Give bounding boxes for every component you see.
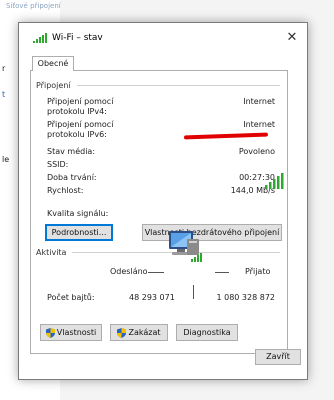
bytes-sent-value: 48 293 071 (129, 293, 175, 302)
details-button[interactable]: Podrobnosti... (45, 224, 113, 241)
received-label: Přijato (245, 267, 271, 276)
ipv6-connectivity-value: Internet (243, 120, 275, 129)
diagnose-button[interactable]: Diagnostika (176, 324, 238, 341)
disable-button-label: Zakázat (128, 328, 161, 337)
wifi-status-dialog: Wi-Fi – stav ✕ Obecné Připojení Připojen… (18, 22, 308, 380)
section-divider (76, 85, 280, 86)
wireless-properties-button[interactable]: Vlastnosti bezdrátového připojení (142, 224, 282, 241)
disable-button[interactable]: Zakázat (110, 324, 168, 341)
received-line (215, 272, 229, 273)
bytes-label: Počet bajtů: (47, 293, 95, 302)
properties-button-label: Vlastnosti (56, 328, 97, 337)
ssid-label: SSID: (47, 160, 69, 169)
background-fragment-3: le (2, 155, 10, 164)
sent-line (148, 272, 164, 273)
media-state-label: Stav média: (47, 147, 96, 156)
sent-label: Odesláno (110, 267, 148, 276)
ipv6-label-line-1: Připojení pomocí (47, 120, 114, 129)
wifi-signal-icon (33, 33, 47, 43)
background-window-title: Síťové připojení (6, 2, 61, 10)
tab-general[interactable]: Obecné (32, 56, 74, 71)
close-button[interactable]: Zavřít (255, 349, 301, 365)
activity-separator (193, 285, 194, 299)
close-icon[interactable]: ✕ (283, 29, 301, 47)
activity-section-label: Aktivita (36, 248, 67, 257)
media-state-value: Povoleno (238, 147, 275, 156)
tab-panel-general: Připojení Připojení pomocí protokolu IPv… (30, 70, 288, 354)
ipv6-connectivity-label: Připojení pomocí protokolu IPv6: (47, 120, 113, 140)
network-computer-icon (169, 231, 202, 262)
speed-label: Rychlost: (47, 186, 84, 195)
uac-shield-icon (117, 327, 127, 338)
uac-shield-icon (45, 327, 55, 338)
ipv6-label-line-2: protokolu IPv6: (47, 130, 107, 139)
connection-section-label: Připojení (36, 81, 71, 90)
ipv4-connectivity-label: Připojení pomocí protokolu IPv4: (47, 97, 113, 117)
ipv4-connectivity-value: Internet (243, 97, 275, 106)
title-bar[interactable]: Wi-Fi – stav ✕ (19, 23, 307, 53)
duration-label: Doba trvání: (47, 173, 97, 182)
signal-quality-label: Kvalita signálu: (47, 209, 109, 218)
ipv4-label-line-1: Připojení pomocí (47, 97, 114, 106)
background-fragment-1: r (2, 64, 6, 73)
ipv4-label-line-2: protokolu IPv4: (47, 107, 107, 116)
activity-section-header: Aktivita (36, 248, 280, 257)
properties-button[interactable]: Vlastnosti (40, 324, 102, 341)
connection-section-header: Připojení (36, 81, 280, 90)
bytes-received-value: 1 080 328 872 (216, 293, 275, 302)
dialog-title: Wi-Fi – stav (52, 33, 103, 43)
signal-quality-icon (265, 173, 284, 189)
background-fragment-2: t (2, 90, 6, 99)
